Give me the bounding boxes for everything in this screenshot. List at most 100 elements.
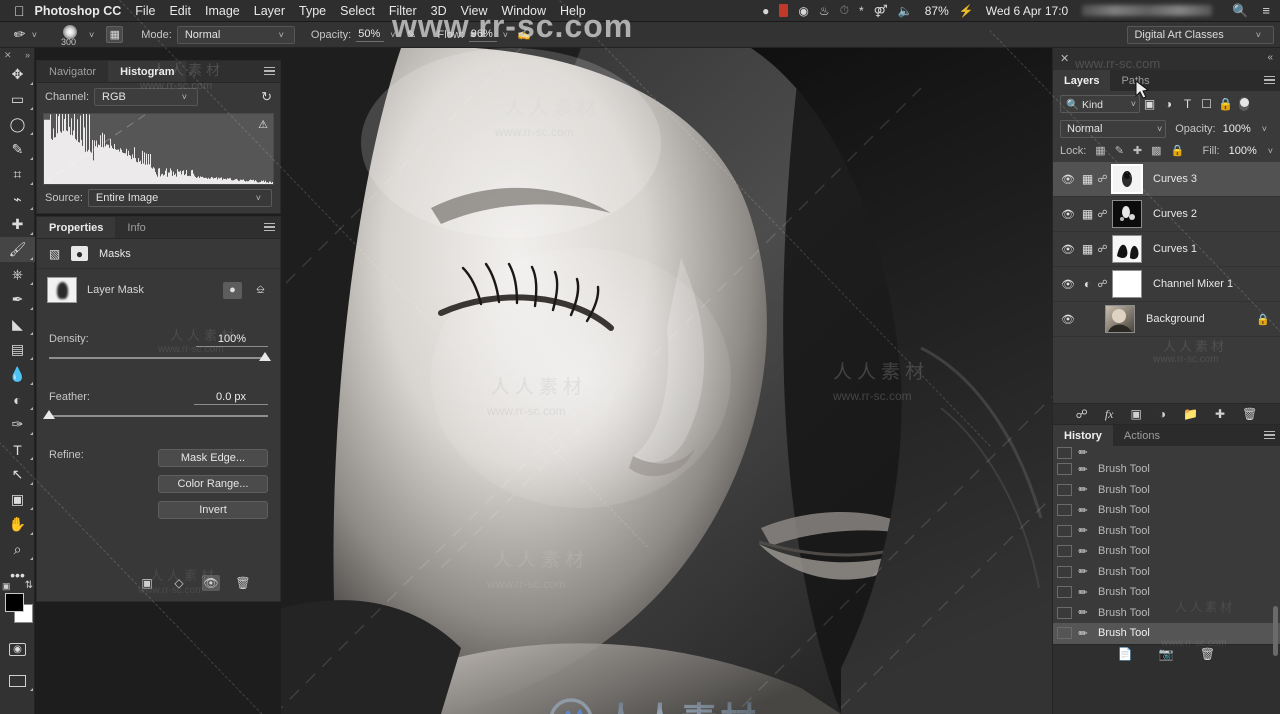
tab-layers[interactable]: Layers [1053, 70, 1110, 91]
creative-cloud-icon[interactable]: ◉ [798, 4, 808, 18]
filter-smartobject-icon[interactable]: 🔒 [1216, 95, 1235, 113]
history-snapshot-toggle[interactable] [1057, 463, 1072, 475]
menu-type[interactable]: Type [299, 4, 326, 18]
airbrush-icon[interactable]: ✍ [514, 25, 534, 45]
layer-opacity-value[interactable]: 100% [1223, 123, 1251, 135]
flow-value[interactable]: 96% [469, 28, 497, 42]
feather-value[interactable]: 0.0 px [194, 391, 268, 405]
tab-navigator[interactable]: Navigator [37, 61, 108, 82]
layer-visibility-icon[interactable]: 👁 [1057, 243, 1079, 256]
density-slider-track[interactable] [49, 357, 268, 359]
history-state-row[interactable]: ✏ [1053, 446, 1280, 459]
history-state-row[interactable]: ✏ Brush Tool [1053, 603, 1280, 624]
dropbox-icon[interactable]: ● [762, 4, 769, 18]
history-snapshot-toggle[interactable] [1057, 484, 1072, 496]
pen-tool[interactable]: ✑ [0, 412, 35, 437]
feather-slider-track[interactable] [49, 415, 268, 417]
link-layers-icon[interactable]: ☍ [1076, 407, 1088, 421]
volume-icon[interactable]: 🔈 [898, 4, 913, 18]
source-select[interactable]: Entire Image ˅ [88, 189, 272, 207]
move-tool[interactable]: ✥ [0, 62, 35, 87]
feather-slider-handle[interactable] [43, 410, 55, 419]
layer-link-icon[interactable]: ☍ [1096, 209, 1109, 220]
tool-preset-chevron-down-icon[interactable]: ˅ [32, 30, 37, 40]
battery-charging-icon[interactable]: ⚡ [959, 4, 974, 18]
red-app-icon[interactable] [779, 4, 788, 17]
layer-visibility-icon[interactable]: 👁 [1057, 313, 1079, 326]
load-selection-icon[interactable]: ▣ [138, 575, 156, 591]
menu-select[interactable]: Select [340, 4, 375, 18]
lock-transparency-icon[interactable]: ▦ [1095, 144, 1105, 157]
timemachine-icon[interactable]: ⏱ [840, 3, 849, 18]
layer-name[interactable]: Background [1146, 313, 1205, 325]
apply-mask-icon[interactable]: ◇ [170, 575, 188, 591]
history-snapshot-toggle[interactable] [1057, 504, 1072, 516]
layer-name[interactable]: Curves 2 [1153, 208, 1197, 220]
type-tool[interactable]: T [0, 437, 35, 462]
blend-mode-select[interactable]: Normal ˅ [177, 26, 295, 44]
new-layer-icon[interactable]: ✚ [1215, 407, 1225, 421]
new-adjustment-layer-icon[interactable]: ◑ [1159, 407, 1166, 421]
crop-tool[interactable]: ⌗ [0, 162, 35, 187]
wifi-icon[interactable]: ⚤ [874, 4, 888, 18]
fill-chevron-down-icon[interactable]: ˅ [1268, 146, 1273, 156]
layer-filter-kind-select[interactable]: 🔍 Kind ˅ [1060, 95, 1140, 113]
document-canvas[interactable]: 人人素材 www.rr-sc.com 人人素材 www.rr-sc.com 人人… [281, 48, 1052, 714]
dodge-tool[interactable]: ◐ [0, 387, 35, 412]
pressure-opacity-icon[interactable]: ✎ [401, 25, 421, 45]
swap-colors-icon[interactable]: ⇅ [25, 580, 33, 591]
filter-adjustment-icon[interactable]: ◑ [1159, 95, 1178, 113]
filter-shape-icon[interactable]: ☐ [1197, 95, 1216, 113]
toggle-mask-icon[interactable]: 👁 [202, 575, 220, 591]
path-selection-tool[interactable]: ↖ [0, 462, 35, 487]
color-swatches[interactable]: ▣ ⇅ [0, 591, 35, 629]
gradient-tool[interactable]: ▤ [0, 337, 35, 362]
curves-adjustment-icon[interactable]: ▦ [1079, 207, 1096, 221]
channel-mixer-adjustment-icon[interactable]: ◐ [1079, 277, 1096, 291]
filter-type-icon[interactable]: T [1178, 95, 1197, 113]
clone-stamp-tool[interactable]: ⎈ [0, 262, 35, 287]
lasso-tool[interactable]: ◯ [0, 112, 35, 137]
quick-selection-tool[interactable]: ✎ [0, 137, 35, 162]
refresh-icon[interactable]: ↻ [261, 89, 272, 105]
opacity-chevron-down-icon[interactable]: ˅ [390, 30, 395, 40]
layer-visibility-icon[interactable]: 👁 [1057, 278, 1079, 291]
menu-help[interactable]: Help [560, 4, 586, 18]
eraser-tool[interactable]: ◣ [0, 312, 35, 337]
menu-window[interactable]: Window [502, 4, 546, 18]
tab-histogram[interactable]: Histogram [108, 61, 186, 82]
foreground-color-swatch[interactable] [5, 593, 24, 612]
menu-view[interactable]: View [461, 4, 488, 18]
color-range-button[interactable]: Color Range... [158, 475, 268, 493]
density-slider-handle[interactable] [259, 352, 271, 361]
menu-image[interactable]: Image [205, 4, 240, 18]
layer-row[interactable]: 👁 ▦ ☍ Curves 3 [1053, 162, 1280, 197]
brush-tool[interactable]: 🖌 [0, 237, 35, 262]
hand-tool[interactable]: ✋ [0, 512, 35, 537]
quick-mask-icon[interactable]: ◉ [0, 637, 35, 662]
lock-image-icon[interactable]: ✎ [1115, 144, 1124, 157]
panel-menu-icon[interactable] [1264, 76, 1275, 85]
spot-healing-brush-tool[interactable]: ✚ [0, 212, 35, 237]
layer-name[interactable]: Curves 1 [1153, 243, 1197, 255]
tab-actions[interactable]: Actions [1113, 425, 1171, 446]
history-state-row[interactable]: ✏ Brush Tool [1053, 521, 1280, 542]
layer-link-icon[interactable]: ☍ [1096, 244, 1109, 255]
menubar-clock[interactable]: Wed 6 Apr 17:0 [986, 4, 1069, 18]
close-icon[interactable]: ✕ [4, 50, 12, 61]
layer-thumbnail[interactable] [1105, 305, 1135, 333]
history-snapshot-toggle[interactable] [1057, 586, 1072, 598]
history-state-row[interactable]: ✏ Brush Tool [1053, 562, 1280, 583]
tab-properties[interactable]: Properties [37, 217, 115, 238]
menu-3d[interactable]: 3D [431, 4, 447, 18]
cached-data-warning-icon[interactable]: ⚠ [258, 118, 268, 131]
layer-name[interactable]: Curves 3 [1153, 173, 1197, 185]
layer-link-icon[interactable]: ☍ [1096, 174, 1109, 185]
menu-file[interactable]: File [135, 4, 155, 18]
apple-icon[interactable]:  [6, 4, 35, 18]
rectangular-marquee-tool[interactable]: ▭ [0, 87, 35, 112]
layer-thumbnail[interactable] [1112, 235, 1142, 263]
vector-mask-icon[interactable]: ▧ [46, 246, 63, 261]
collapse-panels-icon[interactable]: « [1267, 52, 1273, 63]
menu-edit[interactable]: Edit [169, 4, 191, 18]
